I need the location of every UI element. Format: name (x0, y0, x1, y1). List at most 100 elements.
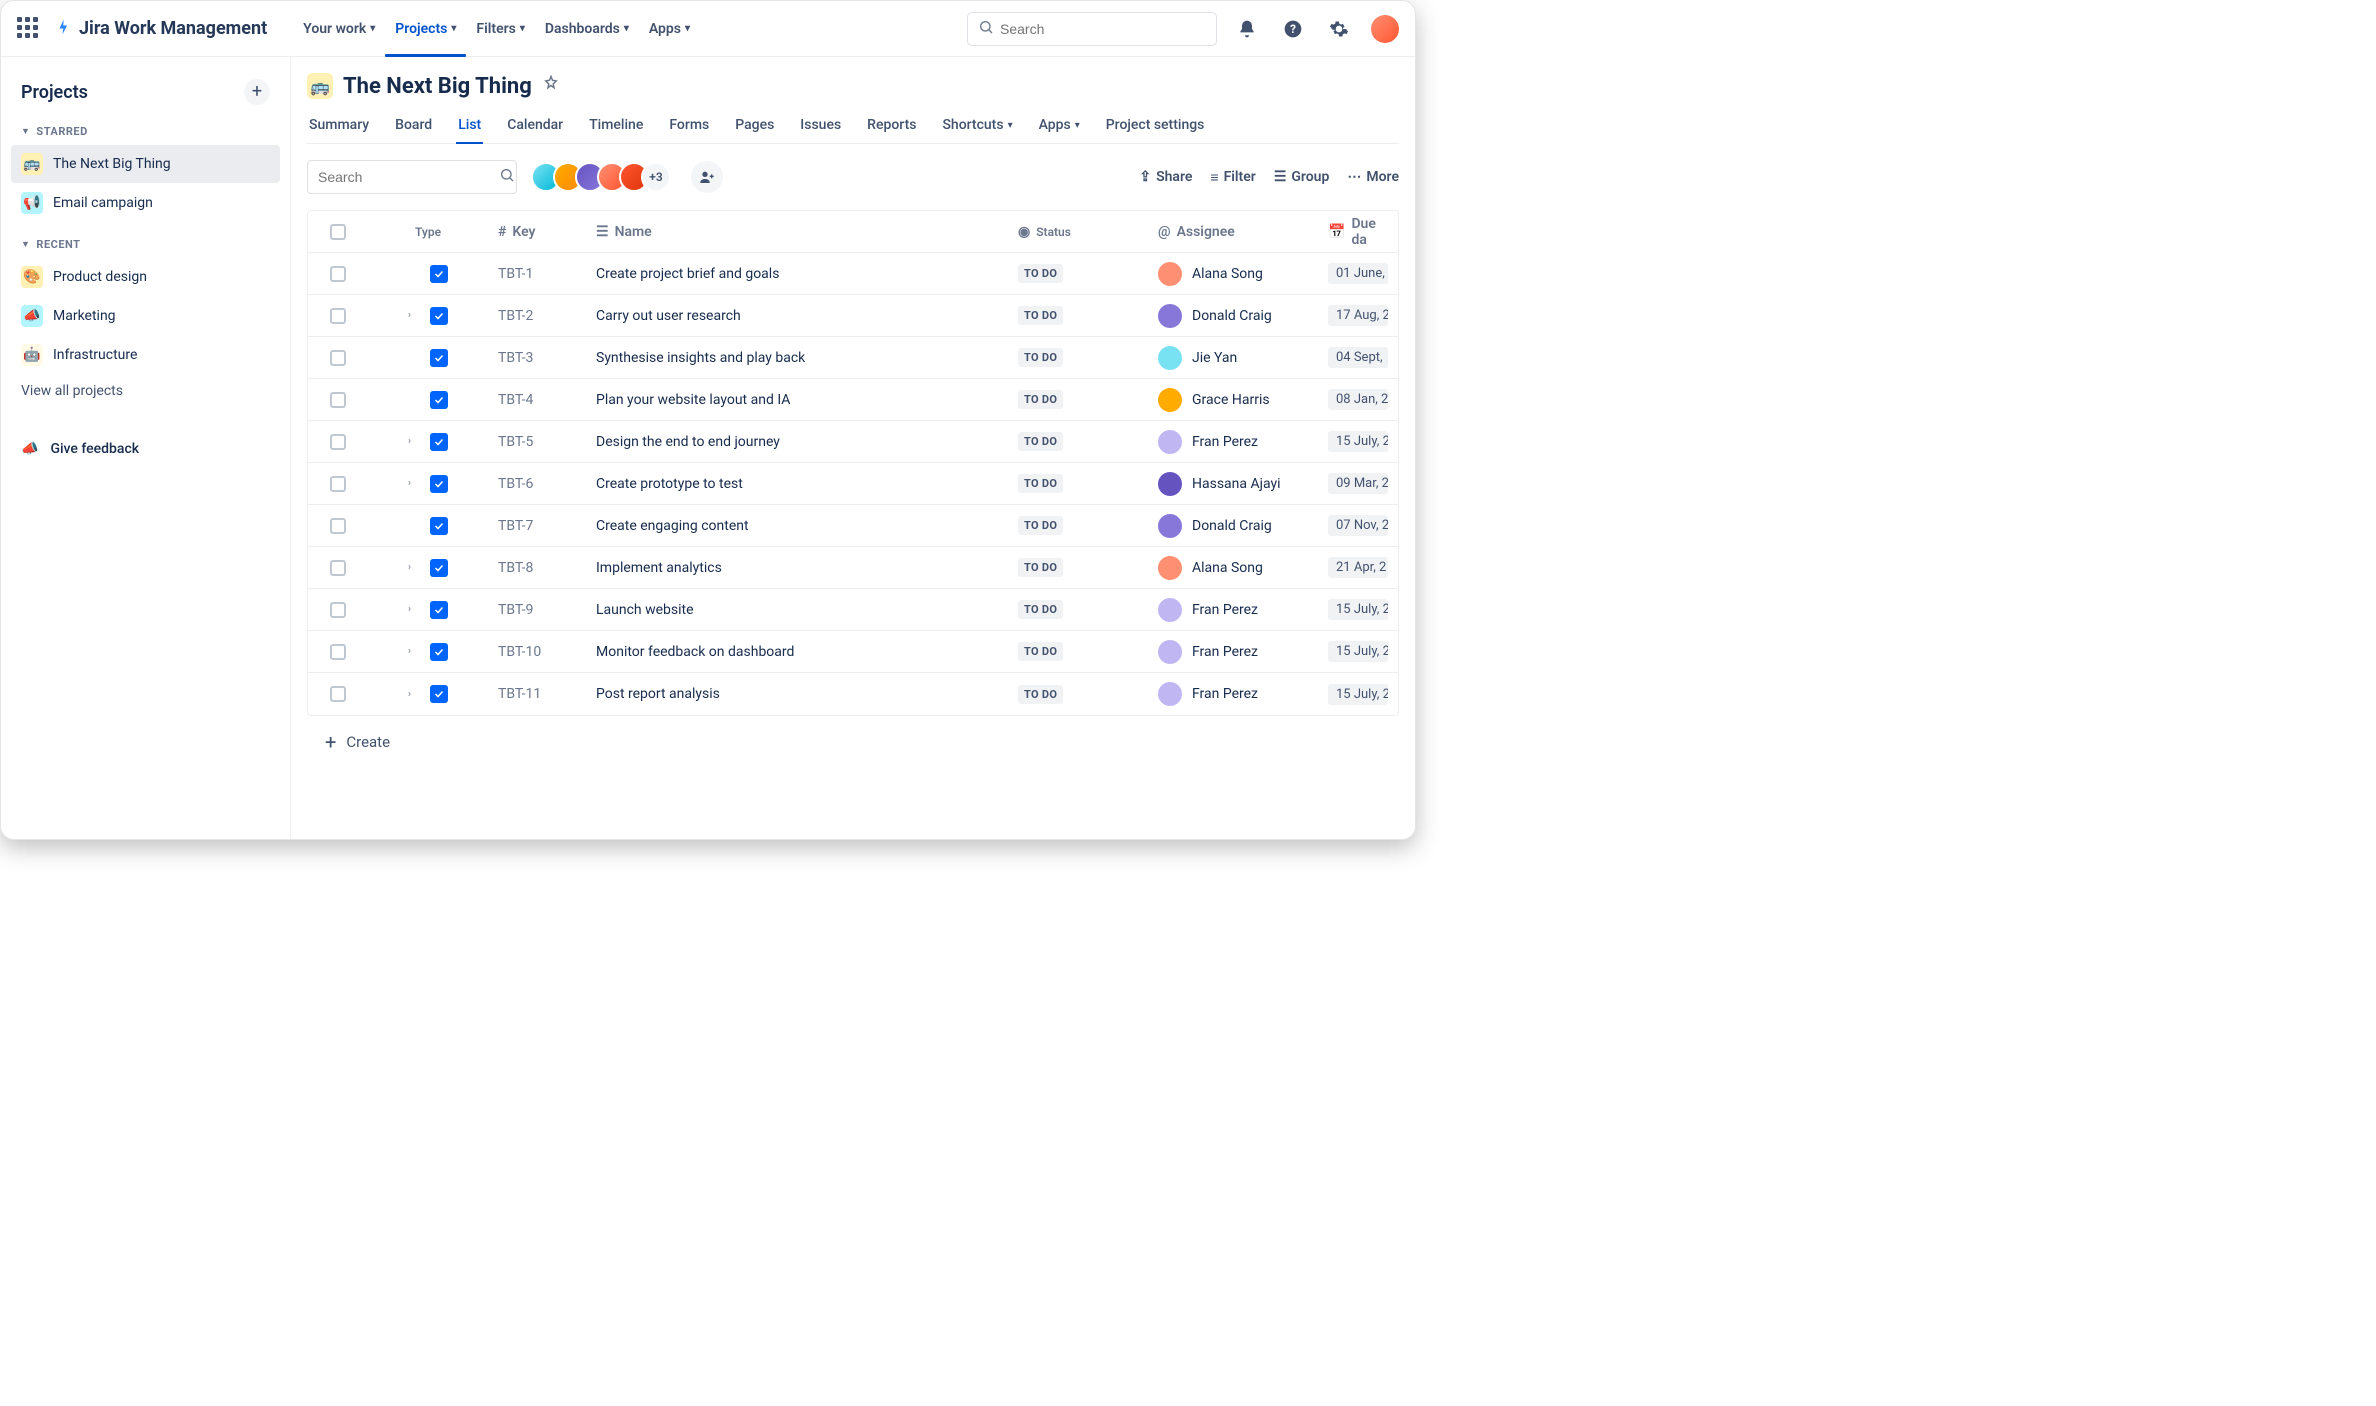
due-date[interactable]: 04 Sept, (1328, 347, 1388, 368)
row-checkbox[interactable] (330, 266, 346, 282)
share-button[interactable]: ⇪Share (1139, 169, 1192, 185)
due-date[interactable]: 17 Aug, 2 (1328, 305, 1388, 326)
nav-item-dashboards[interactable]: Dashboards▾ (535, 15, 639, 43)
row-checkbox[interactable] (330, 560, 346, 576)
column-header-key[interactable]: #Key (488, 224, 586, 240)
issue-key[interactable]: TBT-3 (488, 350, 586, 366)
column-header-type[interactable]: Type (368, 225, 488, 239)
status-badge[interactable]: TO DO (1018, 390, 1063, 409)
due-date[interactable]: 21 Apr, 2 (1328, 557, 1388, 578)
issue-key[interactable]: TBT-11 (488, 686, 586, 702)
table-row[interactable]: ›TBT-5Design the end to end journeyTO DO… (308, 421, 1398, 463)
table-row[interactable]: ›TBT-9Launch websiteTO DOFran Perez15 Ju… (308, 589, 1398, 631)
issue-key[interactable]: TBT-1 (488, 266, 586, 282)
tab-pages[interactable]: Pages (733, 107, 776, 143)
tab-timeline[interactable]: Timeline (587, 107, 645, 143)
issue-key[interactable]: TBT-5 (488, 434, 586, 450)
issue-name[interactable]: Monitor feedback on dashboard (586, 644, 1008, 660)
issue-key[interactable]: TBT-8 (488, 560, 586, 576)
expand-icon[interactable]: › (408, 436, 422, 447)
tab-summary[interactable]: Summary (307, 107, 371, 143)
issue-name[interactable]: Launch website (586, 602, 1008, 618)
expand-icon[interactable]: › (408, 604, 422, 615)
status-badge[interactable]: TO DO (1018, 558, 1063, 577)
issue-key[interactable]: TBT-10 (488, 644, 586, 660)
tab-project-settings[interactable]: Project settings (1104, 107, 1207, 143)
issue-key[interactable]: TBT-2 (488, 308, 586, 324)
app-switcher-icon[interactable] (17, 17, 41, 41)
expand-icon[interactable]: › (408, 646, 422, 657)
table-row[interactable]: ›TBT-2Carry out user researchTO DODonald… (308, 295, 1398, 337)
row-checkbox[interactable] (330, 476, 346, 492)
nav-item-apps[interactable]: Apps▾ (639, 15, 700, 43)
table-row[interactable]: TBT-4Plan your website layout and IATO D… (308, 379, 1398, 421)
settings-icon[interactable] (1323, 13, 1355, 45)
table-row[interactable]: ›TBT-8Implement analyticsTO DOAlana Song… (308, 547, 1398, 589)
status-badge[interactable]: TO DO (1018, 516, 1063, 535)
column-header-assignee[interactable]: @Assignee (1148, 224, 1318, 240)
status-badge[interactable]: TO DO (1018, 474, 1063, 493)
table-row[interactable]: ›TBT-11Post report analysisTO DOFran Per… (308, 673, 1398, 715)
assignee-cell[interactable]: Donald Craig (1148, 304, 1318, 328)
issue-key[interactable]: TBT-9 (488, 602, 586, 618)
assignee-cell[interactable]: Fran Perez (1148, 430, 1318, 454)
sidebar-item-marketing[interactable]: 📣Marketing (11, 297, 280, 335)
column-header-status[interactable]: ◉Status (1008, 224, 1148, 240)
sidebar-item-email-campaign[interactable]: 📢Email campaign (11, 184, 280, 222)
assignee-cell[interactable]: Fran Perez (1148, 682, 1318, 706)
assignee-cell[interactable]: Alana Song (1148, 262, 1318, 286)
tab-calendar[interactable]: Calendar (505, 107, 565, 143)
nav-item-projects[interactable]: Projects▾ (385, 15, 466, 43)
more-members-count[interactable]: +3 (641, 162, 671, 192)
assignee-cell[interactable]: Grace Harris (1148, 388, 1318, 412)
row-checkbox[interactable] (330, 644, 346, 660)
due-date[interactable]: 08 Jan, 2 (1328, 389, 1388, 410)
due-date[interactable]: 09 Mar, 2 (1328, 473, 1388, 494)
help-icon[interactable]: ? (1277, 13, 1309, 45)
add-member-button[interactable] (691, 161, 723, 193)
issue-key[interactable]: TBT-7 (488, 518, 586, 534)
issue-key[interactable]: TBT-6 (488, 476, 586, 492)
expand-icon[interactable]: › (408, 562, 422, 573)
more-button[interactable]: ⋯More (1347, 169, 1399, 185)
tab-apps[interactable]: Apps▾ (1037, 107, 1082, 143)
issue-name[interactable]: Synthesise insights and play back (586, 350, 1008, 366)
row-checkbox[interactable] (330, 518, 346, 534)
list-search-input[interactable] (318, 169, 499, 185)
automation-icon[interactable] (542, 75, 560, 97)
give-feedback-link[interactable]: 📣 Give feedback (11, 431, 280, 467)
assignee-cell[interactable]: Fran Perez (1148, 640, 1318, 664)
nav-item-your-work[interactable]: Your work▾ (293, 15, 385, 43)
create-issue-button[interactable]: + Create (307, 716, 1399, 768)
sidebar-item-product-design[interactable]: 🎨Product design (11, 258, 280, 296)
global-search[interactable] (967, 12, 1217, 46)
product-logo[interactable]: Jira Work Management (55, 18, 267, 40)
row-checkbox[interactable] (330, 392, 346, 408)
sidebar-item-the-next-big-thing[interactable]: 🚌The Next Big Thing (11, 145, 280, 183)
row-checkbox[interactable] (330, 686, 346, 702)
due-date[interactable]: 15 July, 2 (1328, 684, 1388, 705)
expand-icon[interactable]: › (408, 310, 422, 321)
row-checkbox[interactable] (330, 434, 346, 450)
tab-board[interactable]: Board (393, 107, 434, 143)
due-date[interactable]: 15 July, 2 (1328, 641, 1388, 662)
row-checkbox[interactable] (330, 350, 346, 366)
row-checkbox[interactable] (330, 308, 346, 324)
search-input[interactable] (1000, 21, 1206, 37)
assignee-cell[interactable]: Hassana Ajayi (1148, 472, 1318, 496)
create-project-button[interactable]: + (244, 79, 270, 105)
row-checkbox[interactable] (330, 602, 346, 618)
sidebar-section-starred[interactable]: ▼ STARRED (11, 119, 280, 144)
assignee-cell[interactable]: Alana Song (1148, 556, 1318, 580)
tab-forms[interactable]: Forms (667, 107, 711, 143)
tab-reports[interactable]: Reports (865, 107, 918, 143)
sidebar-item-infrastructure[interactable]: 🤖Infrastructure (11, 336, 280, 374)
sidebar-section-recent[interactable]: ▼ RECENT (11, 232, 280, 257)
expand-icon[interactable]: › (408, 478, 422, 489)
view-all-projects-link[interactable]: View all projects (11, 375, 280, 407)
profile-avatar[interactable] (1371, 15, 1399, 43)
list-search[interactable] (307, 160, 517, 194)
table-row[interactable]: TBT-3Synthesise insights and play backTO… (308, 337, 1398, 379)
issue-name[interactable]: Create project brief and goals (586, 266, 1008, 282)
issue-name[interactable]: Create engaging content (586, 518, 1008, 534)
